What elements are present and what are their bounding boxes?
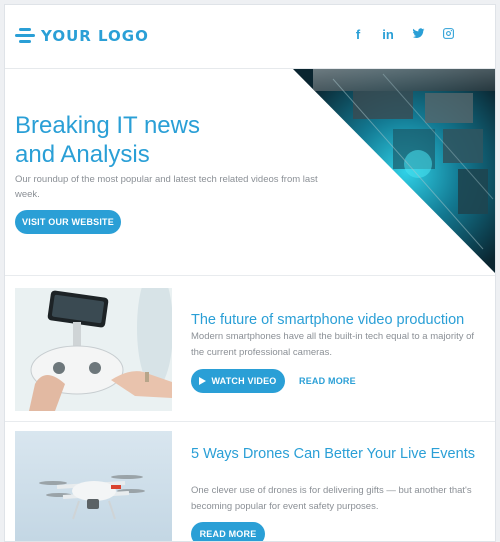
email-template: YOUR LOGO f in Breaking IT news and Anal… [4, 4, 496, 542]
article-title[interactable]: 5 Ways Drones Can Better Your Live Event… [191, 445, 487, 463]
watch-video-button[interactable]: WATCH VIDEO [191, 369, 285, 393]
hero-image [293, 69, 495, 275]
instagram-icon[interactable] [433, 27, 463, 45]
article-card: 5 Ways Drones Can Better Your Live Event… [5, 421, 495, 541]
visit-website-button[interactable]: VISIT OUR WEBSITE [15, 210, 121, 234]
article-actions: WATCH VIDEO READ MORE [191, 369, 356, 393]
article-card: The future of smartphone video productio… [5, 275, 495, 421]
twitter-icon[interactable] [403, 27, 433, 45]
hero-title-line1: Breaking IT news [15, 112, 200, 139]
hero-title-line2: and Analysis [15, 141, 150, 168]
logo[interactable]: YOUR LOGO [15, 27, 149, 45]
hero-description: Our roundup of the most popular and late… [15, 174, 318, 200]
linkedin-icon[interactable]: in [373, 27, 403, 45]
hero-title: Breaking IT news and Analysis [15, 111, 255, 169]
article-actions: READ MORE [191, 522, 265, 541]
social-links: f in [343, 27, 463, 45]
facebook-icon[interactable]: f [343, 27, 373, 45]
article-image-smartphone-gimbal [15, 288, 172, 411]
hero-section: Breaking IT news and Analysis Our roundu… [5, 69, 495, 275]
play-icon [199, 377, 207, 385]
logo-text: YOUR LOGO [41, 27, 149, 45]
article-description: One clever use of drones is for deliveri… [191, 485, 472, 512]
header: YOUR LOGO f in [5, 5, 495, 69]
watch-video-label: WATCH VIDEO [211, 376, 277, 386]
article-description: Modern smartphones have all the built-in… [191, 331, 475, 358]
article-image-drone [15, 431, 172, 541]
read-more-link[interactable]: READ MORE [299, 376, 356, 386]
logo-mark-icon [15, 27, 35, 45]
article-title[interactable]: The future of smartphone video productio… [191, 311, 487, 329]
read-more-button[interactable]: READ MORE [191, 522, 265, 541]
